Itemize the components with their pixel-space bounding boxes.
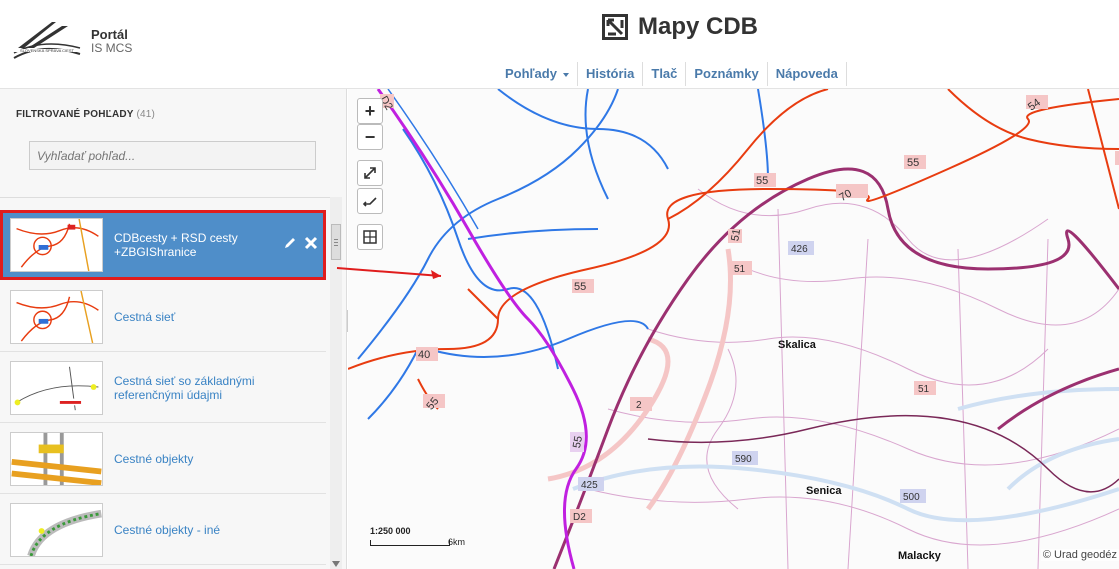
road-label: 2 [636, 400, 642, 411]
main-nav: Pohľady História Tlač Poznámky Nápoveda [497, 62, 847, 86]
nav-poznamky[interactable]: Poznámky [686, 62, 768, 86]
filtered-views-heading: FILTROVANÉ POHĽADY (41) [16, 109, 155, 120]
road-label: 55 [571, 435, 585, 449]
road-label: 500 [903, 492, 920, 503]
view-label: Cestné objekty [114, 452, 194, 466]
fullscreen-button[interactable] [357, 160, 383, 186]
scroll-thumb[interactable] [331, 224, 341, 260]
road-label: 426 [791, 244, 808, 255]
view-label: Cestná sieť [114, 310, 176, 324]
place-label-skalica: Skalica [778, 339, 817, 351]
view-thumbnail [10, 432, 103, 486]
view-label: Cestné objekty - iné [114, 523, 221, 537]
nav-pohlady[interactable]: Pohľady [497, 62, 578, 86]
grip-line [334, 242, 338, 243]
nav-historia[interactable]: História [578, 62, 644, 86]
logo-text: SLOVENSKÁ SPRÁVA CIEST [20, 48, 75, 53]
road-label: 55 [907, 157, 919, 169]
road-label: 590 [735, 454, 752, 465]
place-label-senica: Senica [806, 485, 842, 497]
view-thumbnail [10, 503, 103, 557]
road-label: 51 [729, 228, 743, 242]
annotation-arrow [336, 267, 442, 279]
road-label: 425 [581, 480, 598, 491]
grip-line [334, 239, 338, 240]
road-label: 55 [574, 281, 586, 293]
layer-toggle-button[interactable] [357, 188, 383, 214]
close-icon[interactable] [304, 236, 318, 250]
list-item-cestne-objekty-ine[interactable]: Cestné objekty - iné [0, 495, 326, 565]
list-item-cestna-siet-referencne[interactable]: Cestná sieť so základnými referenčnými ú… [0, 353, 326, 423]
road-label: 55 [756, 175, 768, 187]
grip-line [334, 245, 338, 246]
view-thumbnail [10, 290, 103, 344]
view-thumbnail [10, 218, 103, 272]
view-thumbnail [10, 361, 103, 415]
list-item-cestne-objekty[interactable]: Cestné objekty [0, 424, 326, 494]
nav-label: Pohľady [505, 66, 557, 81]
scale-bar [370, 540, 450, 546]
road-label: 51 [918, 384, 930, 395]
zoom-in-button[interactable]: + [357, 98, 383, 124]
caret-down-icon [562, 72, 569, 77]
portal-subtitle: IS MCS [91, 41, 133, 55]
list-item-cdbcesty[interactable]: CDBcesty + RSD cesty +ZBGIShranice [0, 210, 326, 280]
app-header: SLOVENSKÁ SPRÁVA CIEST Portál IS MCS Map… [0, 0, 1119, 89]
view-label: Cestná sieť so základnými referenčnými ú… [114, 374, 255, 402]
heading-text: FILTROVANÉ POHĽADY [16, 109, 134, 120]
map-canvas[interactable]: D2 55 54 55 55 55 40 55 70 51 426 51 2 5… [348, 89, 1119, 569]
list-scrollbar[interactable] [330, 197, 342, 569]
nav-napoveda[interactable]: Nápoveda [768, 62, 847, 86]
app-title: Mapy CDB [638, 13, 759, 40]
link-icon [362, 197, 377, 207]
views-sidebar: FILTROVANÉ POHĽADY (41) CDBcesty + RSD c… [0, 89, 347, 569]
views-count: (41) [136, 109, 156, 120]
views-list: CDBcesty + RSD cesty +ZBGIShranice Cestn… [0, 197, 330, 569]
scale-ratio: 1:250 000 [370, 526, 411, 536]
map-layers: D2 55 54 55 55 55 40 55 70 51 426 51 2 5… [348, 89, 1119, 569]
place-label-malacky: Malacky [898, 550, 942, 562]
grid-select-icon [363, 230, 377, 244]
view-search-input[interactable] [29, 141, 316, 170]
map-copyright: © Urad geodéz [1040, 549, 1119, 561]
list-item-cestna-siet[interactable]: Cestná sieť [0, 282, 326, 352]
edit-pencil-icon[interactable] [283, 236, 297, 250]
view-label: CDBcesty + RSD cesty +ZBGIShranice [114, 231, 238, 259]
road-label: D2 [573, 512, 586, 523]
map-app-icon [602, 14, 628, 40]
item-tools [283, 236, 318, 250]
expand-icon [364, 167, 376, 179]
nav-tlac[interactable]: Tlač [643, 62, 687, 86]
scale-distance: 6km [448, 537, 466, 547]
scroll-down-icon[interactable] [332, 561, 340, 567]
portal-title: Portál [91, 27, 128, 42]
ssc-logo: SLOVENSKÁ SPRÁVA CIEST [13, 22, 81, 59]
app-title-block: Mapy CDB [602, 13, 758, 41]
zoom-out-button[interactable]: − [357, 124, 383, 150]
road-label: 40 [418, 349, 430, 361]
extent-button[interactable] [357, 224, 383, 250]
road-label: 51 [734, 264, 746, 275]
